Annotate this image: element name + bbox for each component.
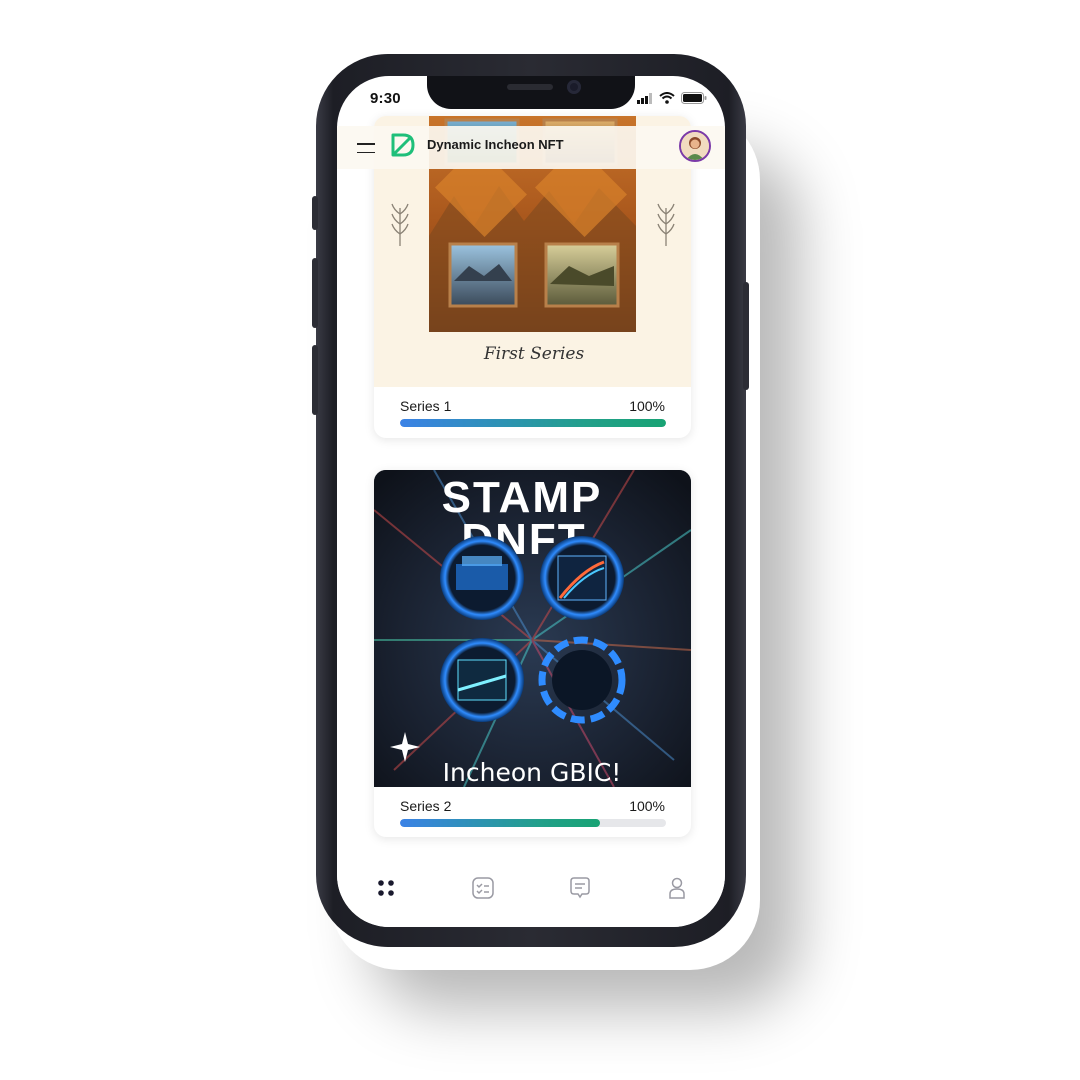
series-2-progress-fill [400,819,600,827]
status-time: 9:30 [370,90,401,107]
series-2-progress-row: Series 2 100% [400,798,665,814]
checklist-icon [471,877,494,899]
battery-icon [681,92,707,104]
mute-switch [312,196,318,230]
grid-icon [377,880,394,896]
series-2-caption: Incheon GBIC! [443,758,622,787]
tab-messages[interactable] [565,873,595,903]
tab-profile[interactable] [662,873,692,903]
series-2-artwork: STAMP DNFT Incheon GBIC! [374,470,691,787]
series-card-2[interactable]: STAMP DNFT Incheon GBIC! Series 2 100% [374,470,691,837]
menu-icon[interactable] [357,143,375,153]
app-title: Dynamic Incheon NFT [427,137,564,152]
chat-icon [569,877,590,899]
series-1-progress-row: Series 1 100% [400,398,665,414]
power-button [743,282,749,390]
signal-icon [637,92,652,104]
series-1-percent: 100% [629,398,665,414]
series-2-label: Series 2 [400,798,452,814]
user-avatar[interactable] [679,130,711,162]
notch [427,76,635,109]
camera-icon [567,80,581,94]
wifi-icon [659,92,675,104]
series-2-percent: 100% [629,798,665,814]
bottom-tab-bar [337,861,725,927]
app-header: Dynamic Incheon NFT [337,126,725,169]
speaker [507,84,553,90]
tab-tasks[interactable] [468,873,498,903]
volume-down-button [312,345,318,415]
app-logo-icon [391,133,415,157]
volume-up-button [312,258,318,328]
phone-screen: First Series Series 1 100% STAMP DNFT In… [337,76,725,927]
series-1-caption: First Series [483,344,585,364]
series-1-progress-fill [400,419,666,427]
series-2-progress-track [400,819,666,827]
tab-home[interactable] [371,873,401,903]
series-1-label: Series 1 [400,398,452,414]
status-icons [637,92,707,104]
profile-icon [668,877,685,899]
series-1-progress-track [400,419,666,427]
